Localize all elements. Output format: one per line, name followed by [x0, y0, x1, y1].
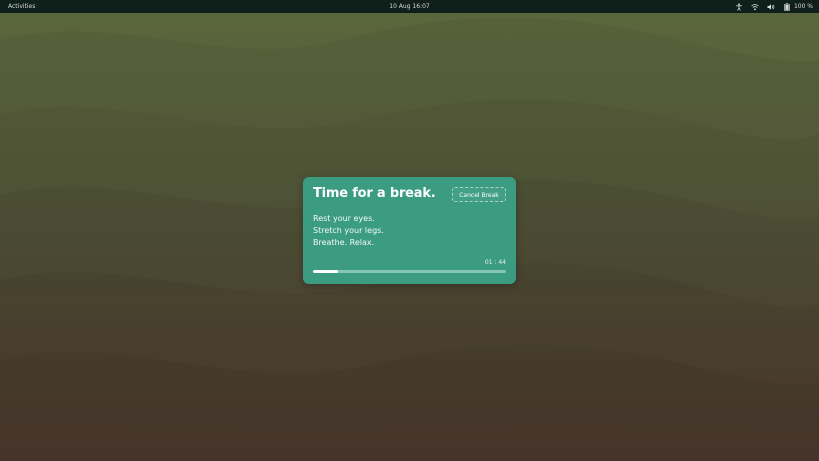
accessibility-icon[interactable] [735, 2, 743, 11]
battery-indicator[interactable]: 100 % [783, 0, 813, 13]
clock-container: 10 Aug 16:07 [0, 0, 819, 13]
break-countdown: 01 : 44 [484, 259, 506, 266]
break-messages: Rest your eyes. Stretch your legs. Breat… [313, 213, 384, 249]
clock-button[interactable]: 10 Aug 16:07 [389, 3, 429, 10]
break-progress-fill [313, 270, 339, 273]
break-message-eyes: Rest your eyes. [313, 214, 375, 223]
desktop-screen: Activities 10 Aug 16:07 100 % Time for a… [0, 0, 819, 461]
volume-icon[interactable] [767, 3, 775, 11]
battery-icon [783, 2, 791, 11]
wifi-icon[interactable] [751, 3, 759, 11]
break-progress-bar [313, 270, 506, 273]
cancel-break-button[interactable]: Cancel Break [452, 187, 506, 202]
break-dialog: Time for a break. Cancel Break Rest your… [303, 177, 516, 284]
system-tray[interactable]: 100 % [735, 0, 813, 13]
break-message-legs: Stretch your legs. [313, 226, 384, 235]
break-message-relax: Breathe. Relax. [313, 238, 375, 247]
top-bar: Activities 10 Aug 16:07 100 % [0, 0, 819, 13]
battery-percentage: 100 % [793, 3, 813, 10]
break-title: Time for a break. [313, 186, 436, 201]
